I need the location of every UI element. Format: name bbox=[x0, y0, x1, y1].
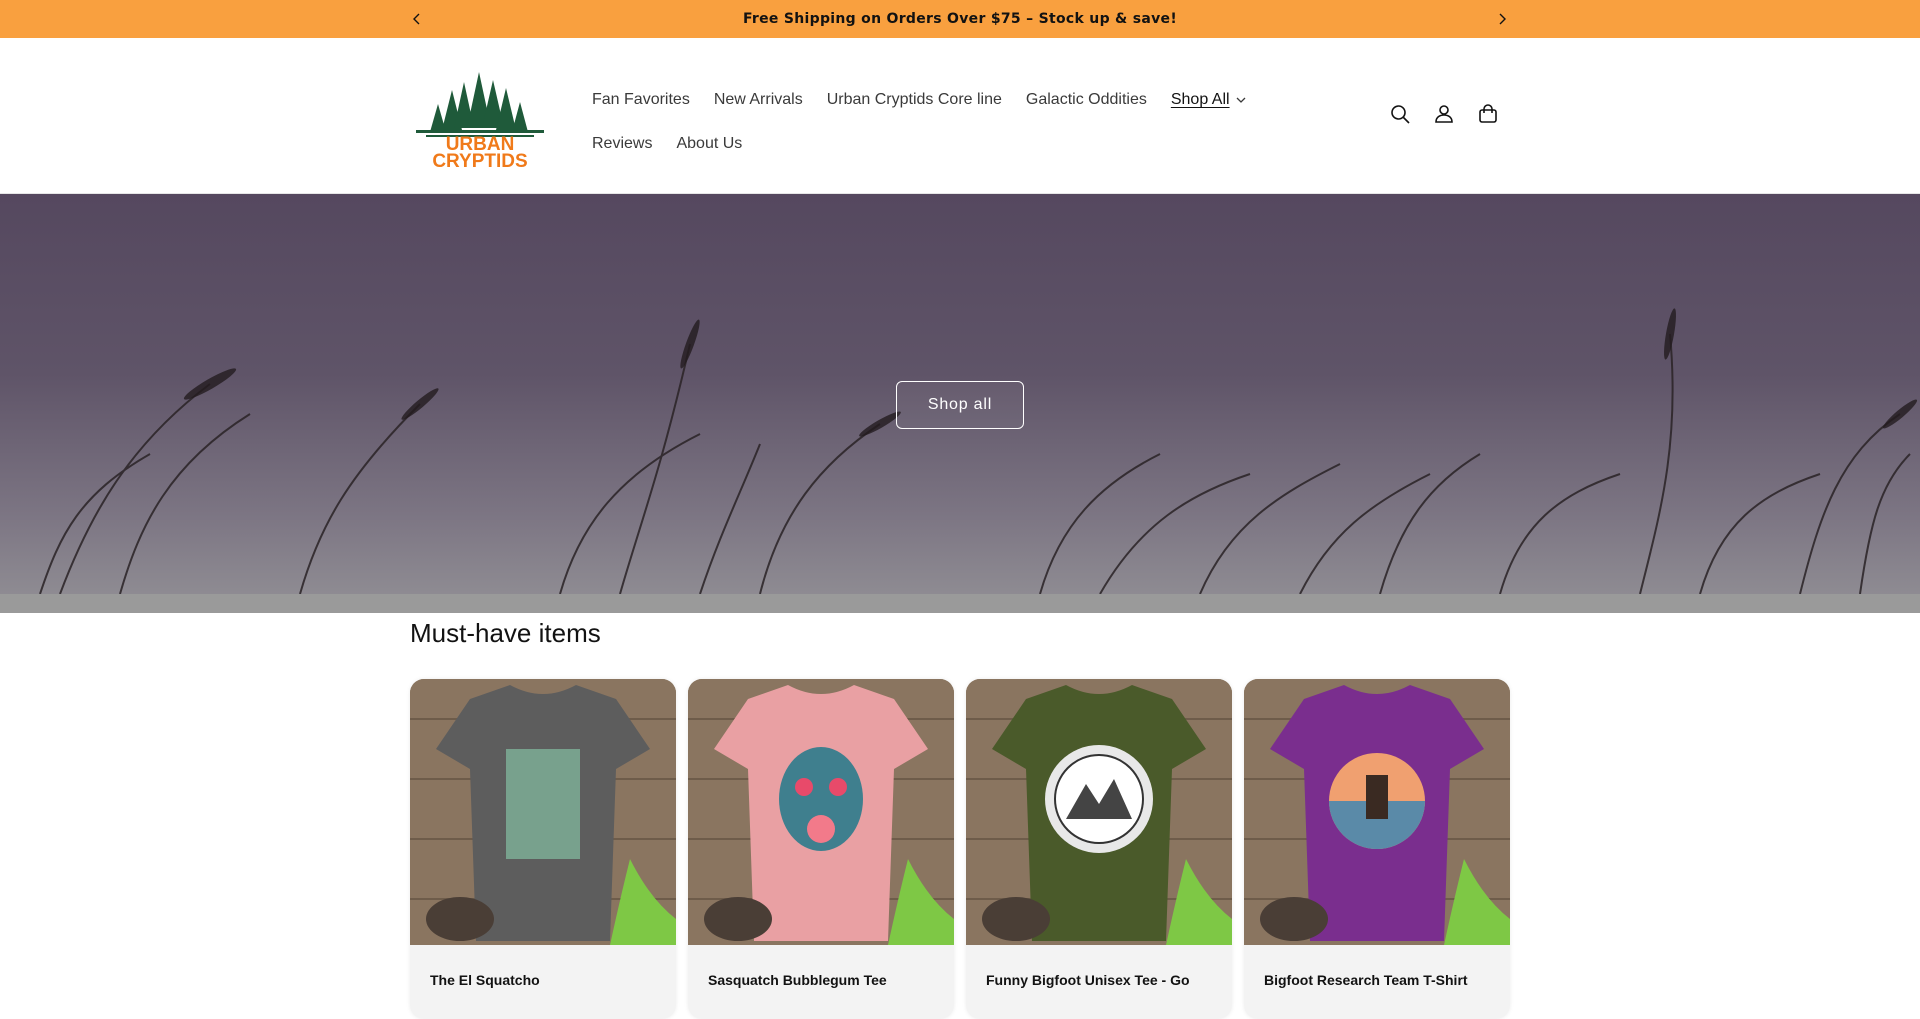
nav-item-about-us[interactable]: About Us bbox=[664, 122, 754, 166]
announcement-bar: Free Shipping on Orders Over $75 – Stock… bbox=[0, 0, 1920, 38]
product-image bbox=[1244, 679, 1510, 945]
hero-divider bbox=[0, 594, 1920, 613]
main-nav: Fan Favorites New Arrivals Urban Cryptid… bbox=[580, 78, 1320, 166]
user-icon bbox=[1435, 105, 1453, 123]
chevron-down-icon bbox=[1236, 97, 1246, 103]
announcement-next-button[interactable] bbox=[1490, 7, 1514, 31]
announcement-prev-button[interactable] bbox=[405, 7, 429, 31]
hero-banner: Shop all bbox=[0, 194, 1920, 594]
product-card[interactable]: Bigfoot Research Team T-Shirt bbox=[1244, 679, 1510, 1019]
product-title: Sasquatch Bubblegum Tee bbox=[708, 972, 887, 988]
tshirt-icon bbox=[966, 679, 1232, 945]
nav-item-core-line[interactable]: Urban Cryptids Core line bbox=[815, 78, 1014, 122]
product-card[interactable]: The El Squatcho bbox=[410, 679, 676, 1019]
nav-item-shop-all[interactable]: Shop All bbox=[1159, 78, 1258, 122]
tshirt-icon bbox=[410, 679, 676, 945]
product-image bbox=[966, 679, 1232, 945]
search-button[interactable] bbox=[1388, 102, 1412, 126]
product-title: Bigfoot Research Team T-Shirt bbox=[1264, 972, 1468, 988]
product-title: Funny Bigfoot Unisex Tee - Go bbox=[986, 972, 1190, 988]
product-card[interactable]: Funny Bigfoot Unisex Tee - Go bbox=[966, 679, 1232, 1019]
section-title: Must-have items bbox=[410, 618, 601, 648]
site-logo[interactable]: URBAN CRYPTIDS bbox=[412, 68, 548, 172]
account-button[interactable] bbox=[1432, 102, 1456, 126]
bag-icon bbox=[1479, 104, 1497, 123]
product-image bbox=[410, 679, 676, 945]
search-icon bbox=[1391, 105, 1410, 124]
tshirt-icon bbox=[1244, 679, 1510, 945]
chevron-left-icon bbox=[413, 13, 420, 25]
svg-text:CRYPTIDS: CRYPTIDS bbox=[432, 151, 527, 168]
site-header: URBAN CRYPTIDS Fan Favorites New Arrival… bbox=[0, 38, 1920, 194]
nav-item-new-arrivals[interactable]: New Arrivals bbox=[702, 78, 815, 122]
product-card[interactable]: Sasquatch Bubblegum Tee bbox=[688, 679, 954, 1019]
tshirt-icon bbox=[688, 679, 954, 945]
logo-trees-icon: URBAN CRYPTIDS bbox=[416, 72, 544, 172]
product-title: The El Squatcho bbox=[430, 972, 540, 988]
shop-all-button[interactable]: Shop all bbox=[896, 381, 1024, 429]
product-image bbox=[688, 679, 954, 945]
product-grid: The El Squatcho Sasquatch Bubblegum Tee bbox=[410, 679, 1510, 1019]
cart-button[interactable] bbox=[1476, 102, 1500, 126]
nav-item-fan-favorites[interactable]: Fan Favorites bbox=[580, 78, 702, 122]
nav-item-reviews[interactable]: Reviews bbox=[580, 122, 664, 166]
chevron-right-icon bbox=[1499, 13, 1506, 25]
header-actions bbox=[1388, 102, 1500, 126]
nav-item-galactic-oddities[interactable]: Galactic Oddities bbox=[1014, 78, 1159, 122]
announcement-text: Free Shipping on Orders Over $75 – Stock… bbox=[742, 11, 1178, 27]
